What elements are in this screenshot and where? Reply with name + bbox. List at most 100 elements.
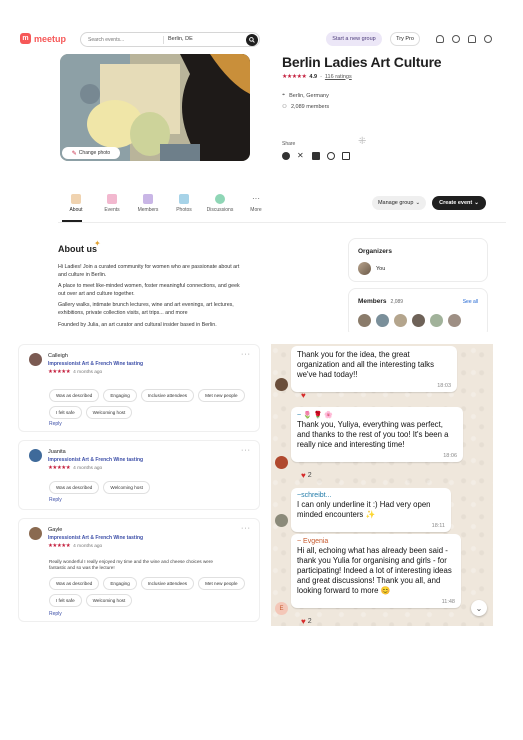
reply-link[interactable]: Reply (49, 421, 62, 427)
tab-events[interactable]: Events (94, 194, 130, 213)
email-icon[interactable] (342, 152, 350, 160)
ratings-link[interactable]: 116 ratings (325, 74, 352, 80)
avatar[interactable] (394, 314, 407, 327)
avatar (275, 378, 288, 391)
about-paragraph: Gallery walks, intimate brunch lectures,… (58, 302, 234, 316)
review-header: Juanita Impressionist Art & French Wine … (29, 449, 143, 471)
members-title: Members (358, 298, 387, 305)
review-more-icon[interactable]: ··· (241, 525, 251, 532)
avatar (29, 449, 42, 462)
search-input[interactable] (88, 35, 158, 45)
tab-discussions-label: Discussions (206, 207, 234, 213)
chat-reaction[interactable]: ♥ 2 (301, 617, 312, 626)
chat-message-text: Thank you, Yuliya, everything was perfec… (297, 420, 449, 449)
group-members-count: 2,089 members (290, 104, 330, 110)
review-time: 4 months ago (73, 465, 103, 471)
avatar[interactable] (448, 314, 461, 327)
messages-icon[interactable] (452, 35, 460, 43)
linkedin-icon[interactable] (312, 152, 320, 160)
chat-message-time: 18:11 (431, 523, 445, 529)
tab-photos[interactable]: Photos (166, 194, 202, 213)
review-more-icon[interactable]: ··· (241, 447, 251, 454)
chat-message-time: 11:48 (441, 599, 455, 605)
avatar (275, 514, 288, 527)
review-chip: Engaging (103, 389, 137, 402)
search-button[interactable] (246, 34, 258, 46)
chat-message: ~ Evgenia Hi all, echoing what has alrea… (291, 534, 461, 608)
organizer-item[interactable]: You (358, 262, 385, 275)
see-all-members-link[interactable]: See all (463, 299, 478, 305)
reaction-count: 2 (307, 618, 312, 625)
search-icon (249, 37, 255, 43)
chevron-down-icon: ⌄ (474, 200, 479, 206)
review-more-icon[interactable]: ··· (241, 351, 251, 358)
avatar[interactable] (376, 314, 389, 327)
change-photo-button[interactable]: ✎ Change photo (62, 147, 120, 159)
people-icon: ⚇ (282, 104, 287, 110)
group-location: Berlin, Germany (289, 92, 329, 99)
tab-events-label: Events (104, 207, 120, 213)
manage-group-label: Manage group (377, 200, 414, 206)
review-card: Juanita Impressionist Art & French Wine … (18, 440, 260, 510)
tab-members[interactable]: Members (130, 194, 166, 213)
chat-message: Thank you for the idea, the great organi… (291, 346, 457, 392)
rating-stars-icon: ★★★★★ (48, 369, 71, 375)
review-event-link[interactable]: Impressionist Art & French Wine tasting (48, 535, 143, 541)
x-twitter-icon[interactable]: ✕ (297, 152, 305, 160)
avatar (358, 262, 371, 275)
review-text: Really wonderful I really enjoyed my tim… (49, 559, 213, 571)
meetup-logo-icon: m (20, 33, 31, 44)
chat-screenshot: Thank you for the idea, the great organi… (271, 344, 493, 626)
start-new-group-button[interactable]: Start a new group (326, 32, 382, 46)
facebook-icon[interactable] (282, 152, 290, 160)
avatar[interactable] (430, 314, 443, 327)
link-icon[interactable] (327, 152, 335, 160)
review-event-link[interactable]: Impressionist Art & French Wine tasting (48, 457, 143, 463)
notifications-bell-icon[interactable] (468, 35, 476, 43)
avatar (29, 353, 42, 366)
sparkle-decoration-icon: ⁜ (358, 136, 367, 147)
review-header: Gayle Impressionist Art & French Wine ta… (29, 527, 143, 549)
search-divider (163, 36, 164, 44)
review-chip: Met new people (198, 389, 245, 402)
reply-link[interactable]: Reply (49, 497, 62, 503)
tab-about[interactable]: About (58, 194, 94, 213)
reply-link[interactable]: Reply (49, 611, 62, 617)
cover-painting-image (60, 54, 250, 161)
meetup-logo[interactable]: m meetup (20, 33, 66, 44)
chat-sender: ~ Evgenia (297, 538, 329, 545)
tab-discussions[interactable]: Discussions (202, 194, 238, 213)
members-icon (143, 194, 153, 204)
search-location[interactable]: Berlin, DE (168, 36, 193, 42)
reviews-panel: Calleigh Impressionist Art & French Wine… (18, 344, 262, 626)
review-event-link[interactable]: Impressionist Art & French Wine tasting (48, 361, 143, 367)
chat-message: ~schreibt... I can only underline it :) … (291, 488, 451, 532)
chevron-down-icon: ⌄ (475, 603, 483, 613)
search-bar: Berlin, DE (80, 32, 260, 47)
review-time: 4 months ago (73, 543, 103, 549)
scroll-down-button[interactable]: ⌄ (471, 600, 487, 616)
tabs-divider (58, 222, 506, 223)
chat-reaction[interactable]: ♥ 2 (301, 471, 312, 480)
help-icon[interactable] (484, 35, 492, 43)
chat-reaction[interactable]: ♥ (301, 391, 306, 400)
logo-text: meetup (34, 33, 67, 44)
review-chips: Was as described Engaging Inclusive atte… (49, 389, 254, 419)
avatar[interactable] (358, 314, 371, 327)
review-time: 4 months ago (73, 369, 103, 375)
profile-icon[interactable] (436, 35, 444, 43)
avatar[interactable] (412, 314, 425, 327)
reviewer-name: Juanita (48, 449, 66, 455)
manage-group-button[interactable]: Manage group ⌄ (372, 196, 426, 210)
rating-value: 4.9 (309, 73, 318, 80)
heart-icon: ♥ (301, 471, 306, 480)
tab-more[interactable]: ··· More (238, 194, 274, 213)
create-event-button[interactable]: Create event ⌄ (432, 196, 486, 210)
group-location-row: ⌖ Berlin, Germany (282, 92, 329, 99)
try-pro-button[interactable]: Try Pro (390, 32, 420, 46)
change-photo-label: Change photo (78, 150, 111, 156)
rating-stars-icon: ★★★★★ (48, 465, 71, 471)
review-chip: I felt safe (49, 594, 82, 607)
organizer-name: You (376, 265, 386, 272)
review-chip: Inclusive attendees (140, 577, 195, 590)
